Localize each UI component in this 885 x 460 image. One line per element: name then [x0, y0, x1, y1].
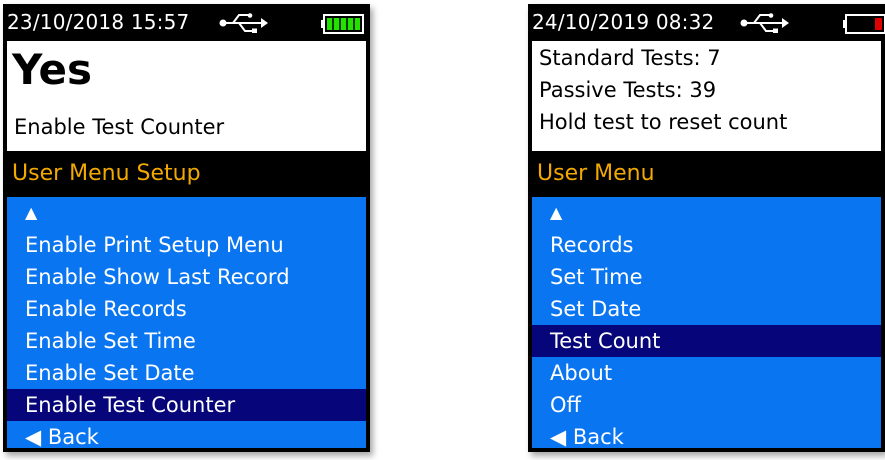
reset-hint: Hold test to reset count: [539, 110, 788, 134]
scroll-up-icon[interactable]: ▲: [7, 197, 366, 229]
info-panel: Standard Tests: 7 Passive Tests: 39 Hold…: [532, 41, 881, 151]
status-bar: 23/10/2018 15:57: [3, 4, 370, 41]
menu-item-enable-records[interactable]: Enable Records: [7, 293, 366, 325]
info-panel: Yes Enable Test Counter: [7, 41, 366, 151]
battery-icon: [843, 14, 885, 34]
menu-item-off[interactable]: Off: [532, 389, 881, 421]
menu-list: ▲ Enable Print Setup Menu Enable Show La…: [7, 197, 366, 448]
menu-item-enable-show-last-record[interactable]: Enable Show Last Record: [7, 261, 366, 293]
device-screen-left: 23/10/2018 15:57 Yes Enable Test Counter…: [3, 4, 370, 452]
scroll-up-icon[interactable]: ▲: [532, 197, 881, 229]
setting-label: Enable Test Counter: [14, 115, 225, 139]
back-button[interactable]: ◀ Back: [7, 421, 366, 448]
date-time: 24/10/2019 08:32: [532, 10, 715, 34]
usb-icon: [219, 13, 268, 33]
menu-item-enable-set-time[interactable]: Enable Set Time: [7, 325, 366, 357]
menu-title: User Menu Setup: [7, 151, 366, 197]
passive-tests-count: Passive Tests: 39: [539, 78, 717, 102]
menu-item-set-date[interactable]: Set Date: [532, 293, 881, 325]
menu-title: User Menu: [532, 151, 881, 197]
menu-item-set-time[interactable]: Set Time: [532, 261, 881, 293]
menu-item-about[interactable]: About: [532, 357, 881, 389]
battery-icon: [321, 14, 364, 34]
standard-tests-count: Standard Tests: 7: [539, 46, 721, 70]
menu-item-enable-set-date[interactable]: Enable Set Date: [7, 357, 366, 389]
menu-item-test-count[interactable]: Test Count: [532, 325, 881, 357]
back-button[interactable]: ◀ Back: [532, 421, 881, 448]
date-time: 23/10/2018 15:57: [7, 10, 190, 34]
menu-item-enable-print-setup-menu[interactable]: Enable Print Setup Menu: [7, 229, 366, 261]
status-bar: 24/10/2019 08:32: [528, 4, 885, 41]
device-screen-right: 24/10/2019 08:32 Standard Tests: 7 Passi…: [528, 4, 885, 452]
menu-item-records[interactable]: Records: [532, 229, 881, 261]
menu-item-enable-test-counter[interactable]: Enable Test Counter: [7, 389, 366, 421]
setting-value: Yes: [12, 45, 93, 94]
menu-list: ▲ Records Set Time Set Date Test Count A…: [532, 197, 881, 448]
usb-icon: [740, 13, 789, 33]
